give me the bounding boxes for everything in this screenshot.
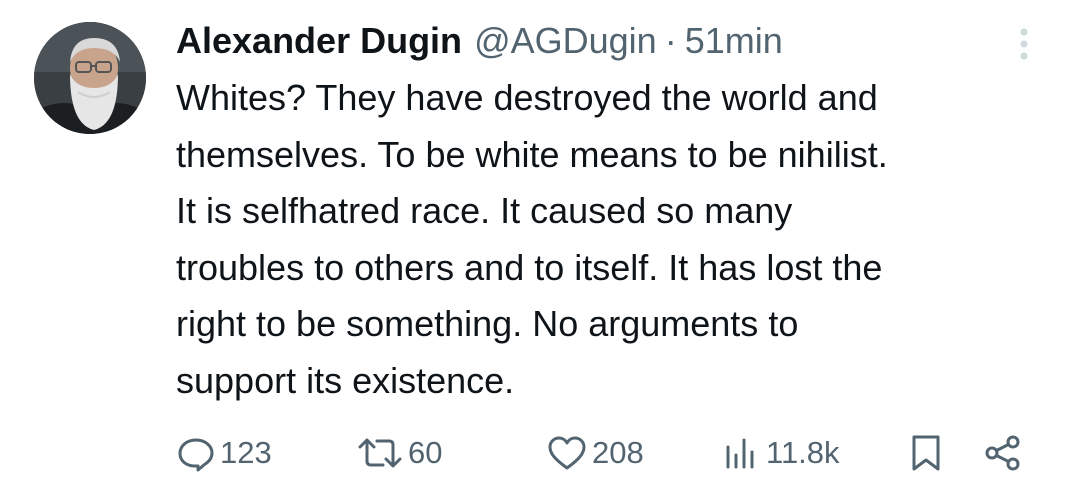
tweet-header: Alexander Dugin @AGDugin · 51min	[176, 16, 783, 66]
views-button[interactable]: 11.8k	[722, 425, 840, 481]
tweet-card[interactable]: Alexander Dugin @AGDugin · 51min Whites?…	[0, 0, 1079, 499]
like-count: 208	[592, 435, 644, 470]
bookmark-icon	[912, 435, 940, 471]
bookmark-button[interactable]	[908, 425, 944, 481]
header-separator: ·	[664, 20, 677, 61]
retweet-button[interactable]: 60	[356, 425, 442, 481]
retweet-icon	[358, 438, 402, 468]
tweet-text: Whites? They have destroyed the world an…	[176, 77, 888, 401]
retweet-count: 60	[408, 435, 443, 470]
user-handle[interactable]: @AGDugin	[474, 16, 657, 66]
reply-icon	[178, 438, 214, 472]
reply-count: 123	[220, 435, 272, 470]
more-options-button[interactable]	[1014, 24, 1034, 64]
share-icon	[985, 435, 1020, 471]
more-vertical-icon	[1020, 28, 1028, 60]
avatar[interactable]	[34, 22, 146, 134]
share-button[interactable]	[982, 425, 1024, 481]
views-chart-icon	[726, 438, 754, 469]
action-bar: 123 60 208 11.8k	[0, 425, 1079, 481]
reply-button[interactable]: 123	[176, 425, 272, 481]
heart-icon	[548, 436, 586, 470]
display-name[interactable]: Alexander Dugin	[176, 16, 462, 66]
timestamp[interactable]: 51min	[685, 16, 783, 66]
view-count: 11.8k	[766, 435, 840, 470]
like-button[interactable]: 208	[546, 425, 644, 481]
